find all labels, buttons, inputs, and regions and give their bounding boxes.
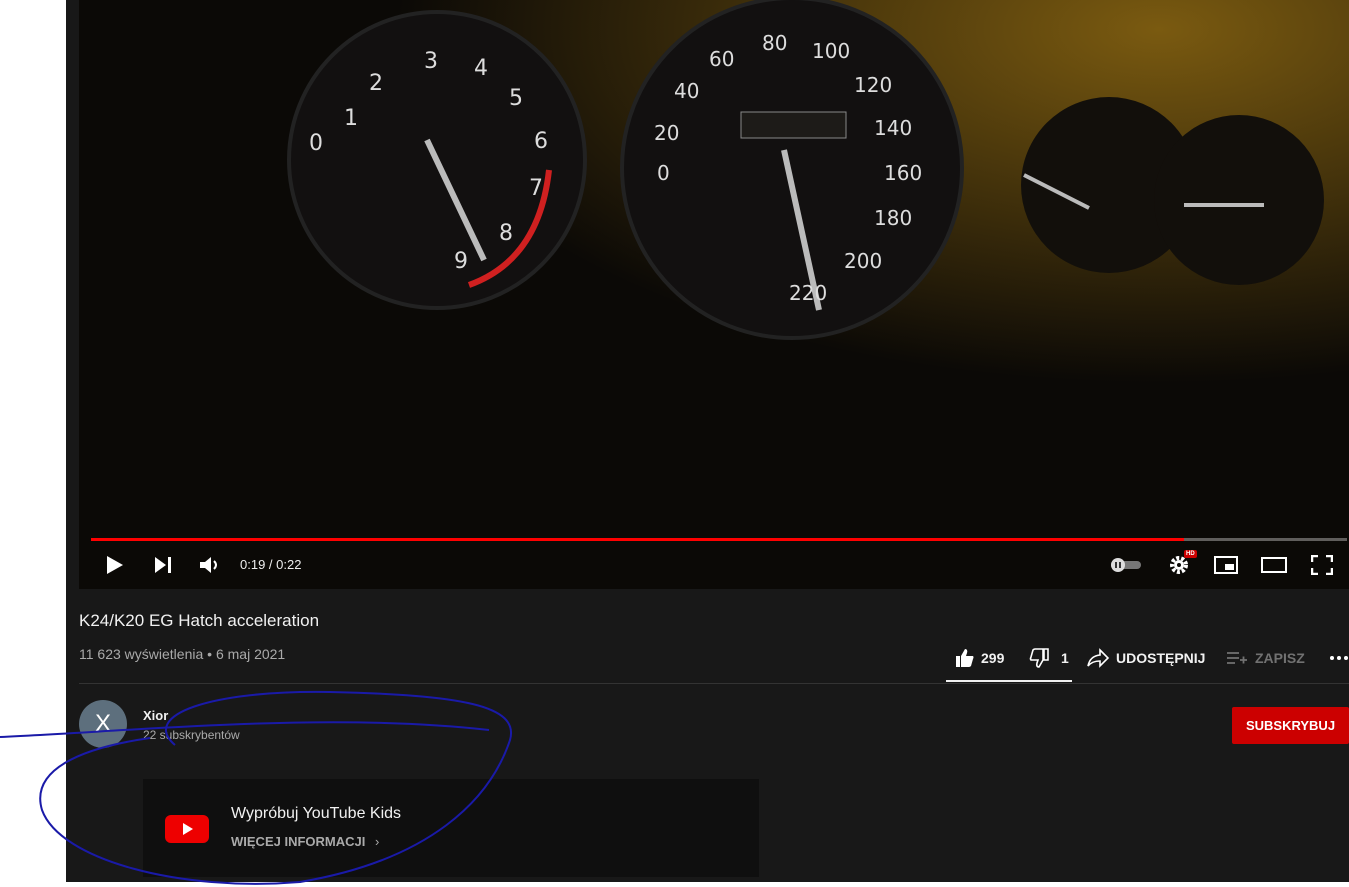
svg-text:8: 8 — [499, 221, 513, 246]
promo-more-label: WIĘCEJ INFORMACJI — [231, 834, 366, 849]
share-button[interactable]: UDOSTĘPNIJ — [1087, 648, 1205, 668]
miniplayer-icon — [1214, 556, 1238, 574]
more-horizontal-icon — [1330, 656, 1348, 660]
video-player[interactable]: 0 1 2 3 4 5 6 7 8 9 0 20 40 60 80 100 12… — [79, 0, 1349, 589]
svg-text:4: 4 — [474, 56, 488, 81]
like-button[interactable]: 299 — [955, 648, 1004, 668]
view-count: 11 623 wyświetlenia — [79, 646, 204, 662]
svg-text:3: 3 — [424, 49, 438, 74]
thumbs-up-icon — [956, 649, 974, 667]
svg-text:40: 40 — [674, 79, 699, 103]
play-button[interactable] — [103, 552, 127, 578]
youtube-watch-page: 0 1 2 3 4 5 6 7 8 9 0 20 40 60 80 100 12… — [66, 0, 1349, 882]
fullscreen-button[interactable] — [1310, 552, 1334, 578]
youtube-kids-promo[interactable]: Wypróbuj YouTube Kids WIĘCEJ INFORMACJI … — [143, 779, 759, 877]
svg-text:7: 7 — [529, 176, 543, 201]
progress-bar[interactable] — [91, 538, 1347, 541]
video-title: K24/K20 EG Hatch acceleration — [79, 611, 320, 630]
svg-text:100: 100 — [812, 39, 850, 63]
share-label: UDOSTĘPNIJ — [1116, 650, 1206, 666]
svg-text:5: 5 — [509, 86, 523, 111]
fullscreen-icon — [1311, 555, 1333, 575]
share-icon — [1087, 648, 1109, 668]
chevron-right-icon: › — [374, 834, 380, 849]
like-count: 299 — [981, 650, 1005, 666]
svg-text:9: 9 — [454, 249, 468, 274]
save-button[interactable]: ZAPISZ — [1226, 648, 1305, 668]
svg-text:60: 60 — [709, 47, 734, 71]
svg-text:160: 160 — [884, 161, 922, 185]
theater-mode-button[interactable] — [1261, 552, 1287, 578]
volume-button[interactable] — [197, 552, 223, 578]
sentiment-bar — [946, 680, 1072, 682]
svg-text:0: 0 — [309, 131, 323, 156]
more-actions-button[interactable] — [1330, 648, 1348, 668]
svg-text:120: 120 — [854, 73, 892, 97]
svg-text:220: 220 — [789, 281, 827, 305]
time-display: 0:19 / 0:22 — [240, 557, 302, 572]
autoplay-toggle-icon — [1111, 558, 1141, 572]
save-label: ZAPISZ — [1255, 650, 1305, 666]
video-meta: 11 623 wyświetlenia • 6 maj 2021 — [79, 646, 285, 662]
video-frame[interactable]: 0 1 2 3 4 5 6 7 8 9 0 20 40 60 80 100 12… — [79, 0, 1349, 589]
dislike-count: 1 — [1061, 650, 1069, 666]
next-button[interactable] — [151, 552, 175, 578]
svg-text:140: 140 — [874, 116, 912, 140]
thumbs-down-icon — [1029, 648, 1049, 668]
channel-avatar[interactable]: X — [79, 700, 127, 748]
hd-badge: HD — [1184, 550, 1197, 558]
svg-text:80: 80 — [762, 31, 787, 55]
svg-text:1: 1 — [344, 106, 358, 131]
subscriber-count: 22 subskrybentów — [143, 728, 240, 742]
play-icon — [107, 556, 123, 574]
svg-text:20: 20 — [654, 121, 679, 145]
svg-text:0: 0 — [657, 161, 670, 185]
next-icon — [155, 557, 171, 573]
svg-text:200: 200 — [844, 249, 882, 273]
subscribe-button[interactable]: SUBSKRYBUJ — [1232, 707, 1349, 744]
dislike-button[interactable]: 1 — [1029, 648, 1069, 668]
upload-date: 6 maj 2021 — [215, 646, 286, 662]
svg-text:2: 2 — [369, 71, 383, 96]
autoplay-toggle[interactable] — [1109, 552, 1143, 578]
theater-icon — [1261, 557, 1287, 573]
miniplayer-button[interactable] — [1213, 552, 1239, 578]
volume-icon — [200, 557, 217, 573]
divider — [79, 683, 1349, 684]
progress-bar-played — [91, 538, 1184, 541]
svg-text:6: 6 — [534, 129, 548, 154]
svg-text:180: 180 — [874, 206, 912, 230]
channel-name[interactable]: Xior — [143, 708, 168, 723]
meta-separator: • — [203, 646, 216, 662]
promo-more-link[interactable]: WIĘCEJ INFORMACJI › — [231, 834, 379, 849]
promo-title: Wypróbuj YouTube Kids — [231, 805, 402, 822]
add-to-playlist-icon — [1227, 652, 1247, 664]
youtube-logo-icon — [165, 815, 209, 843]
